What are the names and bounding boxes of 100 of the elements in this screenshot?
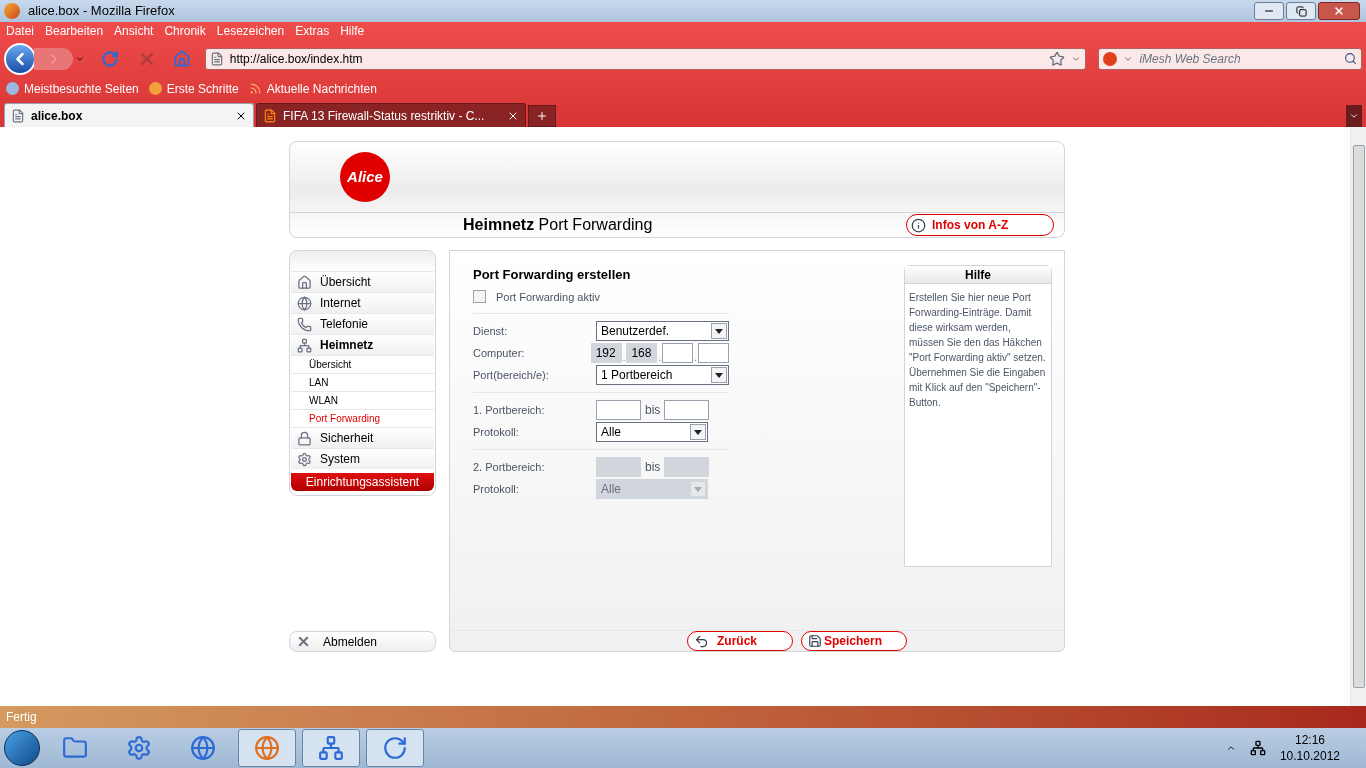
bookmark-item[interactable]: Aktuelle Nachrichten xyxy=(266,79,377,98)
tab-list-button[interactable] xyxy=(1346,105,1362,127)
port-to-field[interactable] xyxy=(664,400,710,420)
range-connector: bis xyxy=(645,402,661,419)
page-heading: Heimnetz Port Forwarding xyxy=(463,215,653,235)
page-icon xyxy=(11,108,25,123)
menu-item[interactable]: Datei xyxy=(6,22,34,40)
checkbox[interactable] xyxy=(473,290,486,304)
bookmark-item[interactable]: Meistbesuchte Seiten xyxy=(24,79,139,98)
taskbar-button[interactable] xyxy=(238,729,296,767)
maximize-button[interactable] xyxy=(1286,2,1316,20)
field-label: Computer: xyxy=(473,345,526,361)
field-label: Protokoll: xyxy=(473,424,520,440)
ip-octet-field[interactable] xyxy=(698,343,729,363)
network-icon xyxy=(297,337,312,353)
globe-icon xyxy=(254,735,280,761)
help-title: Hilfe xyxy=(905,266,1051,284)
sidebar-item[interactable]: Heimnetz xyxy=(291,334,434,355)
back-button[interactable] xyxy=(4,42,36,75)
address-bar[interactable]: http://alice.box/index.htm xyxy=(204,47,1087,70)
window-title: alice.box - Mozilla Firefox xyxy=(28,2,175,21)
port-from-field[interactable] xyxy=(596,400,641,420)
folder-icon xyxy=(62,735,88,761)
clock[interactable]: 12:16 10.10.2012 xyxy=(1279,732,1340,764)
search-icon[interactable] xyxy=(1344,52,1357,65)
help-text: Erstellen Sie hier neue Port Forwarding-Einträge. Damit diese wirksam werden, müssen Sie den das Häkchen "Port Forwarding aktiv" setzen. Übernehmen Sie die Eingaben mit Klick auf den "Speichern"-Button. xyxy=(908,291,1047,410)
plus-icon xyxy=(536,110,548,122)
back-button[interactable]: Zurück xyxy=(687,631,793,651)
page-icon xyxy=(209,51,224,66)
tray-expand-icon[interactable] xyxy=(1225,743,1236,753)
menu-item[interactable]: Extras xyxy=(295,22,330,40)
dot-separator: . xyxy=(622,353,626,363)
sidebar-subitem[interactable]: LAN xyxy=(291,373,434,391)
bookmark-icon xyxy=(148,82,162,95)
start-button[interactable] xyxy=(4,730,40,766)
bookmark-icon xyxy=(6,82,19,95)
dropdown[interactable]: Benutzerdef. xyxy=(596,321,729,341)
ip-octet-field[interactable] xyxy=(662,343,694,363)
sidebar-subitem[interactable]: Übersicht xyxy=(291,355,434,373)
close-button[interactable] xyxy=(1318,2,1360,20)
house-icon xyxy=(297,274,312,290)
search-field[interactable]: iMesh Web Search xyxy=(1098,47,1362,70)
sidebar-item[interactable]: System xyxy=(291,448,434,469)
sidebar-item[interactable]: Sicherheit xyxy=(291,427,434,448)
taskbar-button[interactable] xyxy=(302,729,360,767)
gear-icon xyxy=(126,735,152,761)
logo: Alice xyxy=(340,152,390,202)
search-engine-icon[interactable] xyxy=(1103,51,1118,66)
wizard-button[interactable]: Einrichtungsassistent xyxy=(291,473,434,491)
field-label: Dienst: xyxy=(473,323,509,339)
close-icon xyxy=(1333,5,1345,17)
form-title: Port Forwarding erstellen xyxy=(473,266,632,284)
dropdown[interactable]: Alle xyxy=(596,422,708,442)
field-label: Protokoll: xyxy=(473,481,520,497)
sync-icon xyxy=(382,735,408,761)
dropdown[interactable]: 1 Portbereich xyxy=(596,365,729,385)
scrollbar[interactable] xyxy=(1350,127,1366,706)
sidebar-item[interactable]: Internet xyxy=(291,292,434,313)
range-connector: bis xyxy=(645,459,661,476)
logout-button[interactable]: Abmelden xyxy=(289,631,436,652)
menu-item[interactable]: Chronik xyxy=(164,22,206,40)
cross-icon xyxy=(296,634,311,649)
globe-icon xyxy=(297,295,312,311)
new-tab-button[interactable] xyxy=(528,105,556,127)
network-icon xyxy=(318,735,344,761)
back-arrow-icon xyxy=(694,633,709,649)
restore-icon xyxy=(1295,5,1307,17)
menu-item[interactable]: Ansicht xyxy=(114,22,154,40)
save-button[interactable]: Speichern xyxy=(801,631,907,651)
dot-separator: . xyxy=(658,353,662,363)
taskbar-button[interactable] xyxy=(366,729,424,767)
menu-item[interactable]: Bearbeiten xyxy=(45,22,104,40)
bookmark-star-icon[interactable] xyxy=(1049,50,1066,67)
network-icon[interactable] xyxy=(1249,740,1266,756)
padlock-icon xyxy=(297,430,312,446)
search-placeholder: iMesh Web Search xyxy=(1139,50,1241,68)
rss-icon xyxy=(248,82,262,95)
browser-tab[interactable]: FIFA 13 Firewall-Status restriktiv - C... xyxy=(256,103,526,127)
sidebar-item[interactable]: Übersicht xyxy=(291,271,434,292)
url-text: http://alice.box/index.htm xyxy=(229,50,363,68)
field-label: Port(bereich/e): xyxy=(473,367,550,383)
firefox-logo-icon xyxy=(4,3,20,19)
field-label: 1. Portbereich: xyxy=(473,402,546,418)
minimize-button[interactable] xyxy=(1254,2,1284,20)
menu-item[interactable]: Lesezeichen xyxy=(216,22,285,40)
globe-icon xyxy=(190,735,216,761)
bookmark-item[interactable]: Erste Schritte xyxy=(166,79,239,98)
status-text: Fertig xyxy=(6,709,37,726)
sidebar-subitem[interactable]: WLAN xyxy=(291,391,434,409)
phone-icon xyxy=(297,316,312,332)
menu-item[interactable]: Hilfe xyxy=(340,22,365,40)
dot-separator: . xyxy=(694,353,697,363)
gear-icon xyxy=(297,451,312,467)
field-label: 2. Portbereich: xyxy=(473,459,546,475)
sidebar-item[interactable]: Telefonie xyxy=(291,313,434,334)
browser-tab[interactable]: alice.box xyxy=(4,103,254,127)
checkbox-label: Port Forwarding aktiv xyxy=(496,289,600,305)
caret-icon xyxy=(1349,111,1359,121)
page-icon xyxy=(263,108,277,123)
infos-button[interactable]: Infos von A-Z xyxy=(906,214,1054,236)
